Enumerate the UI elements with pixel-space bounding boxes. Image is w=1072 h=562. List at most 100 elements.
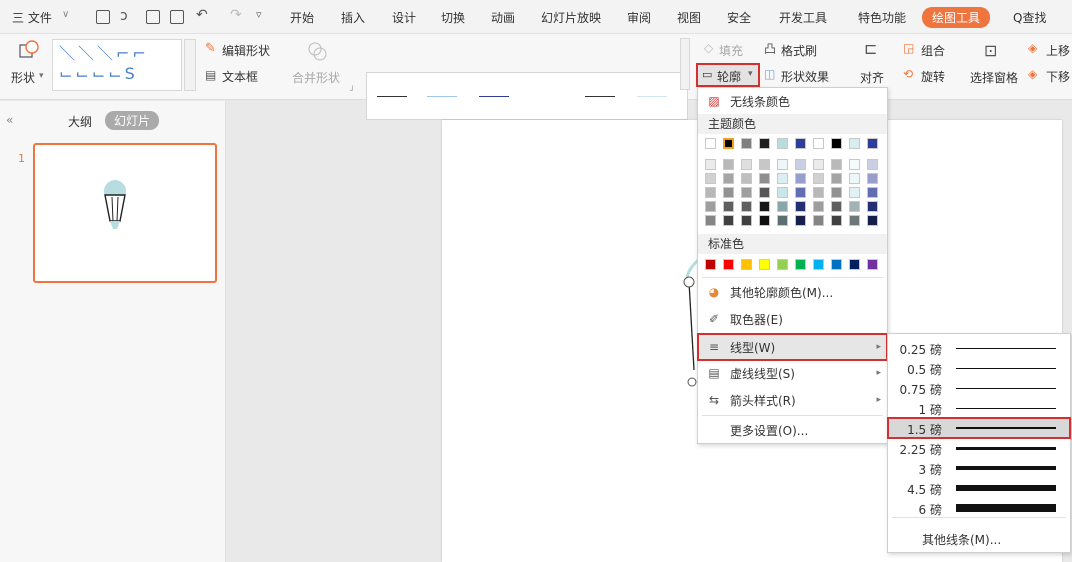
tab-7[interactable]: 视图 (677, 9, 701, 26)
standard-color-swatch[interactable] (849, 259, 860, 270)
line-style-sample[interactable] (479, 96, 509, 97)
align-button[interactable]: 对齐 (860, 69, 884, 86)
standard-color-swatch[interactable] (759, 259, 770, 270)
theme-color-swatch[interactable] (867, 138, 878, 149)
save-icon[interactable] (96, 10, 110, 24)
chevron-down-icon[interactable]: ∨ (62, 9, 69, 20)
line-type-item[interactable]: ≡ 线型(W) ▸ (697, 333, 888, 361)
tab-6[interactable]: 审阅 (627, 9, 651, 26)
theme-color-tint-swatch[interactable] (759, 215, 770, 226)
theme-color-tint-swatch[interactable] (777, 201, 788, 212)
gallery-scroll[interactable] (680, 38, 690, 90)
line-weight-option[interactable]: 1.5 磅 (887, 417, 1071, 439)
theme-color-tint-swatch[interactable] (705, 215, 716, 226)
theme-color-tint-swatch[interactable] (723, 159, 734, 170)
theme-color-tint-swatch[interactable] (813, 159, 824, 170)
theme-color-swatch[interactable] (831, 138, 842, 149)
outline-button[interactable]: ▭ 轮廓 ▾ (696, 63, 760, 87)
tab-9[interactable]: 开发工具 (779, 9, 827, 26)
theme-color-tint-swatch[interactable] (705, 159, 716, 170)
standard-color-swatch[interactable] (741, 259, 752, 270)
theme-color-tint-swatch[interactable] (741, 187, 752, 198)
theme-color-tint-swatch[interactable] (867, 173, 878, 184)
theme-color-tint-swatch[interactable] (867, 187, 878, 198)
theme-color-tint-swatch[interactable] (831, 173, 842, 184)
send-backward-button[interactable]: 下移 (1046, 68, 1070, 85)
theme-color-tint-swatch[interactable] (795, 159, 806, 170)
tab-slides[interactable]: 幻灯片 (105, 111, 160, 130)
fill-button[interactable]: 填充 (719, 42, 743, 59)
theme-color-tint-swatch[interactable] (705, 173, 716, 184)
line-style-sample[interactable] (377, 96, 407, 97)
theme-color-tint-swatch[interactable] (741, 215, 752, 226)
redo-icon[interactable]: ↷ (230, 7, 242, 23)
standard-color-swatch[interactable] (813, 259, 824, 270)
theme-color-tint-swatch[interactable] (813, 201, 824, 212)
line-weight-option[interactable]: 1 磅 (888, 398, 1070, 418)
line-style-sample[interactable] (585, 96, 615, 97)
tab-10[interactable]: 特色功能 (858, 9, 906, 26)
edit-shape-button[interactable]: 编辑形状 (222, 42, 270, 59)
print-preview-icon[interactable] (170, 10, 184, 24)
group-button[interactable]: 组合 (921, 42, 945, 59)
theme-color-tint-swatch[interactable] (849, 201, 860, 212)
theme-color-tint-swatch[interactable] (777, 159, 788, 170)
theme-color-tint-swatch[interactable] (759, 173, 770, 184)
theme-color-tint-swatch[interactable] (777, 173, 788, 184)
standard-color-swatch[interactable] (705, 259, 716, 270)
theme-color-tint-swatch[interactable] (741, 159, 752, 170)
text-box-button[interactable]: 文本框 (222, 68, 258, 85)
theme-color-swatch[interactable] (813, 138, 824, 149)
tab-2[interactable]: 设计 (392, 9, 416, 26)
line-weight-option[interactable]: 0.75 磅 (888, 378, 1070, 398)
format-painter-button[interactable]: 格式刷 (781, 42, 817, 59)
slide-thumbnail[interactable] (33, 143, 217, 283)
theme-color-tint-swatch[interactable] (813, 173, 824, 184)
line-style-sample[interactable] (427, 96, 457, 97)
search-button[interactable]: Q查找 (1013, 9, 1046, 26)
theme-color-tint-swatch[interactable] (777, 187, 788, 198)
line-style-sample[interactable] (637, 96, 667, 97)
shape-effect-button[interactable]: 形状效果 (781, 68, 829, 85)
theme-color-tint-swatch[interactable] (867, 159, 878, 170)
more-lines-item[interactable]: 其他线条(M)... (922, 531, 1001, 548)
theme-color-tint-swatch[interactable] (723, 187, 734, 198)
standard-color-swatch[interactable] (867, 259, 878, 270)
theme-color-tint-swatch[interactable] (831, 187, 842, 198)
tab-8[interactable]: 安全 (727, 9, 751, 26)
theme-color-swatch[interactable] (705, 138, 716, 149)
theme-color-tint-swatch[interactable] (795, 201, 806, 212)
file-menu[interactable]: 三 文件 (12, 9, 52, 26)
standard-color-swatch[interactable] (795, 259, 806, 270)
tab-1[interactable]: 插入 (341, 9, 365, 26)
undo-history-icon[interactable]: ɔ (120, 8, 128, 24)
theme-color-tint-swatch[interactable] (705, 187, 716, 198)
theme-color-swatch[interactable] (741, 138, 752, 149)
theme-color-tint-swatch[interactable] (867, 215, 878, 226)
tab-3[interactable]: 切换 (441, 9, 465, 26)
tab-drawing-tools[interactable]: 绘图工具 (922, 7, 991, 28)
theme-color-tint-swatch[interactable] (849, 215, 860, 226)
shape-gallery[interactable]: ＼＼＼⌐⌐ ⌙⌙⌙⌙S (52, 39, 182, 91)
print-icon[interactable] (146, 10, 160, 24)
line-weight-option[interactable]: 0.5 磅 (888, 358, 1070, 378)
theme-color-tint-swatch[interactable] (759, 201, 770, 212)
theme-color-tint-swatch[interactable] (849, 187, 860, 198)
line-style-gallery[interactable] (366, 72, 688, 120)
theme-color-swatch[interactable] (759, 138, 770, 149)
theme-color-tint-swatch[interactable] (795, 173, 806, 184)
shapes-button[interactable]: 形状 (11, 69, 35, 86)
theme-color-swatch[interactable] (723, 138, 734, 149)
theme-color-tint-swatch[interactable] (723, 173, 734, 184)
shapes-icon[interactable] (18, 39, 42, 61)
undo-icon[interactable]: ↶ (196, 7, 208, 23)
theme-color-swatch[interactable] (849, 138, 860, 149)
line-weight-option[interactable]: 2.25 磅 (888, 438, 1070, 458)
rotate-button[interactable]: 旋转 (921, 68, 945, 85)
tab-4[interactable]: 动画 (491, 9, 515, 26)
more-outline-colors-item[interactable]: ◕ 其他轮廓颜色(M)... (698, 279, 887, 305)
theme-color-tint-swatch[interactable] (759, 187, 770, 198)
theme-color-tint-swatch[interactable] (759, 159, 770, 170)
tab-0[interactable]: 开始 (290, 9, 314, 26)
collapse-panel-icon[interactable]: « (6, 113, 13, 127)
